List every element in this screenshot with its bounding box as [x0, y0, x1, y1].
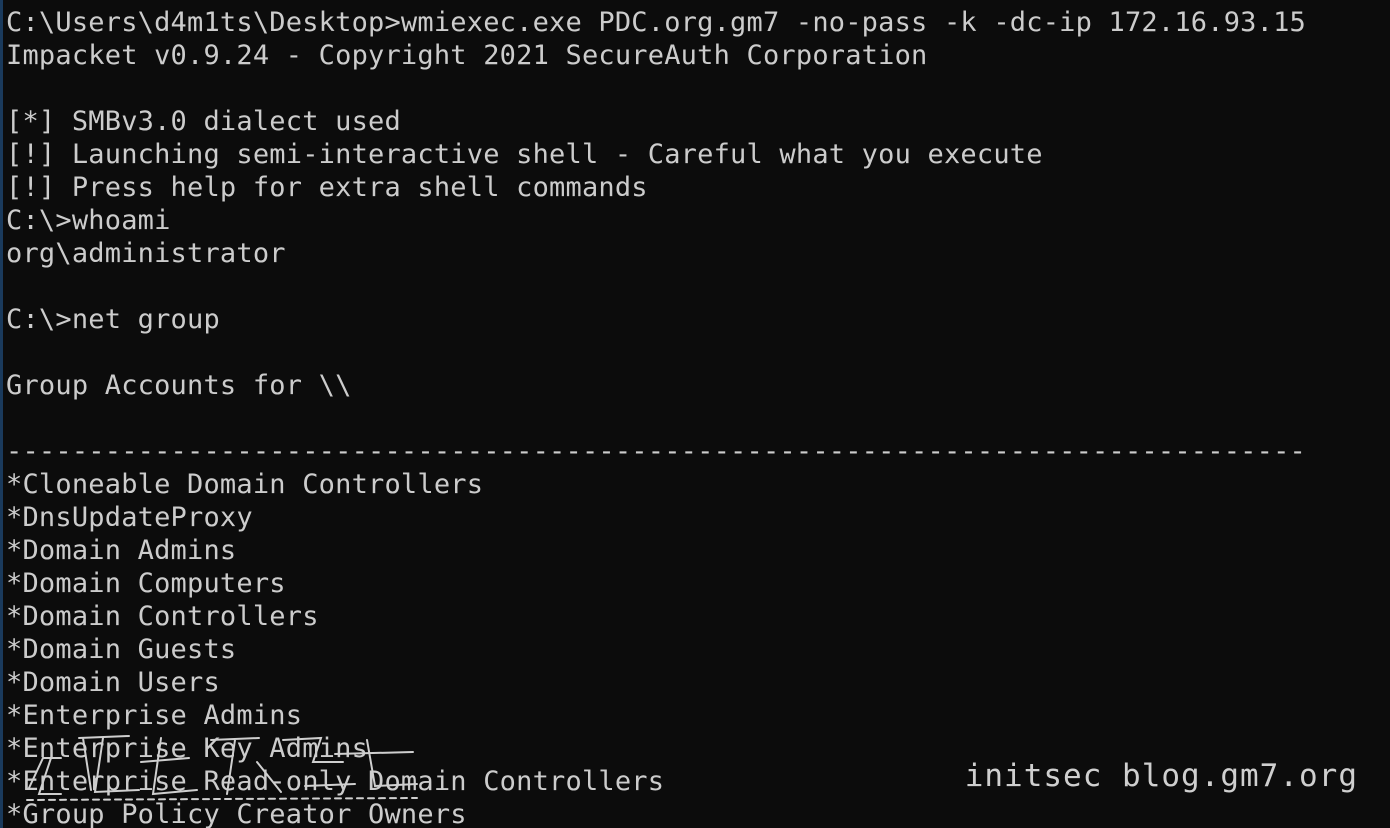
terminal-line: C:\Users\d4m1ts\Desktop>wmiexec.exe PDC.… — [6, 7, 1306, 38]
terminal-line: *Domain Users — [6, 667, 220, 698]
terminal-line: org\administrator — [6, 238, 286, 269]
terminal-line: *Domain Guests — [6, 634, 237, 665]
terminal-output: C:\Users\d4m1ts\Desktop>wmiexec.exe PDC.… — [6, 6, 1306, 828]
terminal-line: [!] Launching semi-interactive shell - C… — [6, 139, 1043, 170]
terminal-line: Impacket v0.9.24 - Copyright 2021 Secure… — [6, 40, 928, 71]
terminal-line: *Domain Computers — [6, 568, 286, 599]
terminal-window[interactable]: C:\Users\d4m1ts\Desktop>wmiexec.exe PDC.… — [0, 0, 1390, 828]
terminal-line: *Enterprise Admins — [6, 700, 303, 731]
terminal-line: C:\>net group — [6, 304, 220, 335]
terminal-line: [!] Press help for extra shell commands — [6, 172, 648, 203]
watermark-text: initsec blog.gm7.org — [964, 758, 1358, 794]
terminal-line: *Cloneable Domain Controllers — [6, 469, 484, 500]
terminal-line: *Domain Controllers — [6, 601, 319, 632]
terminal-line: *Domain Admins — [6, 535, 237, 566]
terminal-line: *Group Policy Creator Owners — [6, 799, 467, 828]
terminal-line: ----------------------------------------… — [6, 436, 1306, 467]
terminal-line: *DnsUpdateProxy — [6, 502, 253, 533]
terminal-line: C:\>whoami — [6, 205, 171, 236]
terminal-line: Group Accounts for \\ — [6, 370, 352, 401]
terminal-line: [*] SMBv3.0 dialect used — [6, 106, 401, 137]
